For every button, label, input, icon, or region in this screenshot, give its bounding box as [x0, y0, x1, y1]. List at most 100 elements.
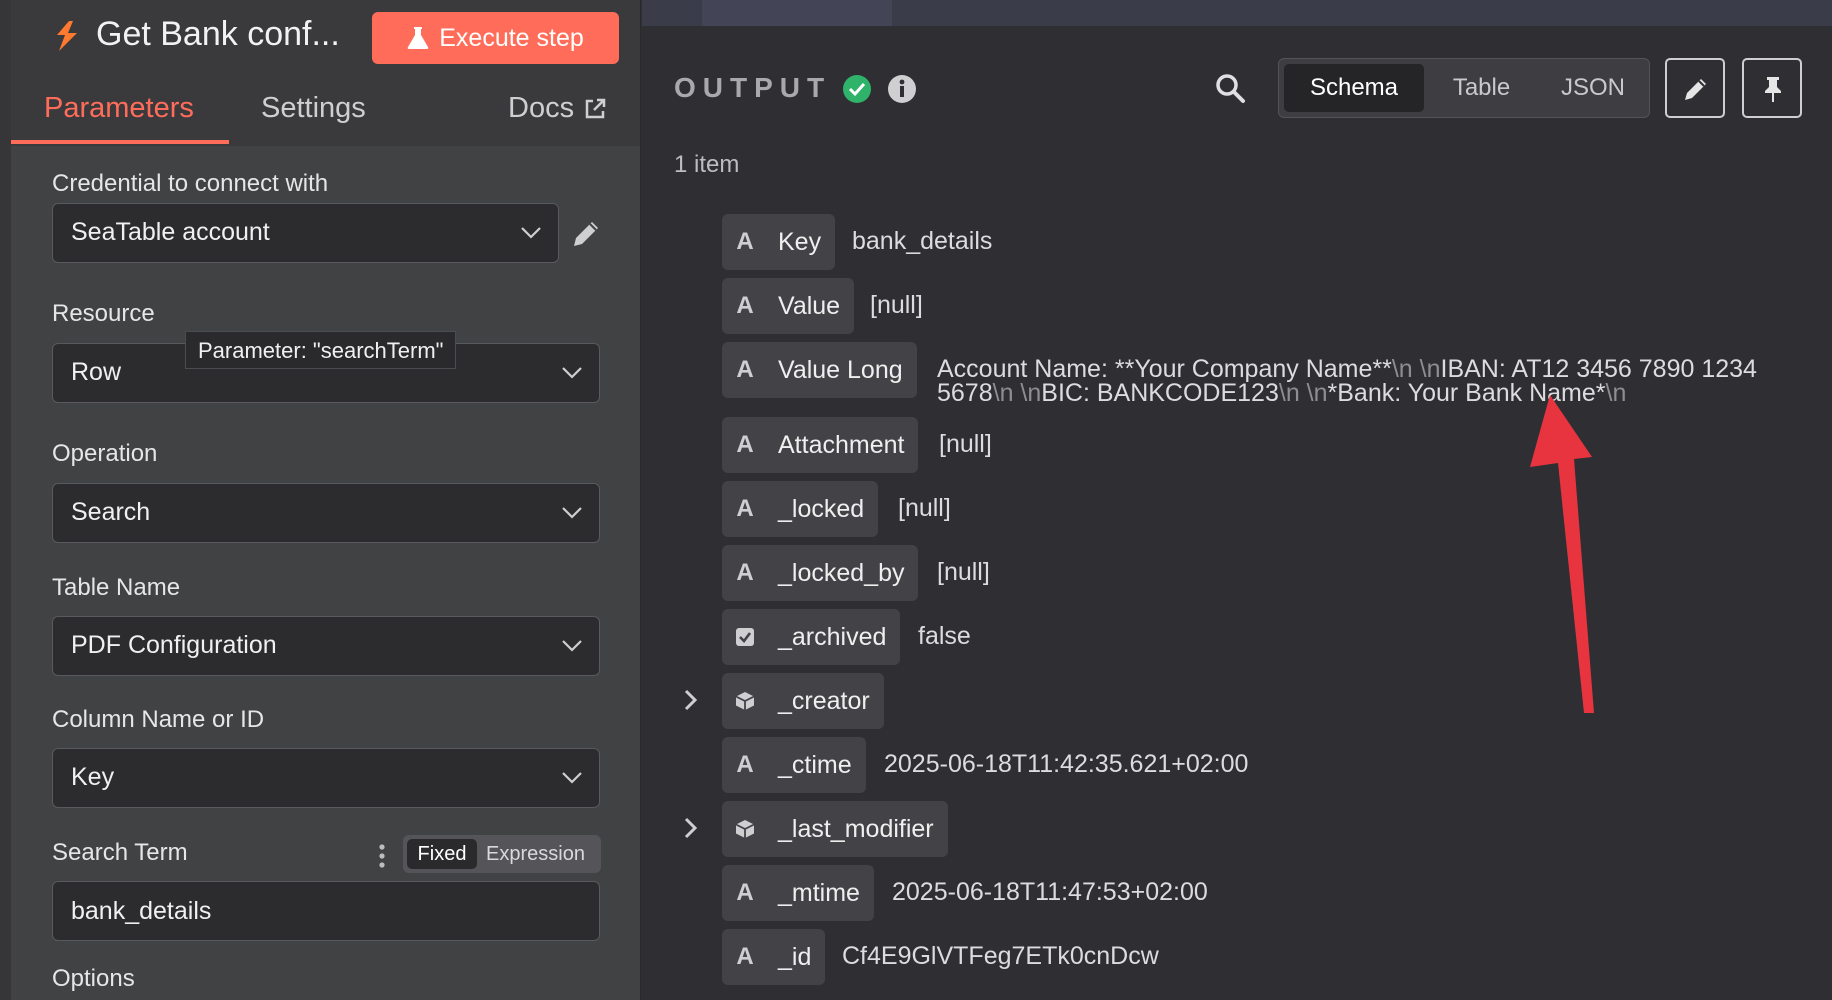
value-long-segment: BIC: BANKCODE123 — [1041, 379, 1279, 407]
resource-label: Resource — [52, 300, 155, 327]
operation-label: Operation — [52, 440, 158, 467]
field-value: 2025-06-18T11:42:35.621+02:00 — [884, 750, 1249, 778]
chevron-down-icon — [562, 772, 582, 784]
column-value: Key — [71, 763, 115, 791]
letter-a-icon: A — [736, 879, 754, 906]
letter-a-icon: A — [736, 495, 754, 522]
newline-marker: \n \n — [992, 379, 1042, 407]
canvas-strip — [642, 0, 1832, 26]
schema-field-pill[interactable]: _last_modifier — [722, 801, 948, 857]
field-key: _locked — [778, 494, 865, 523]
view-json[interactable]: JSON — [1539, 64, 1647, 112]
field-key: Value — [778, 291, 841, 320]
search-icon[interactable] — [1214, 72, 1246, 104]
field-key: _creator — [778, 686, 870, 715]
field-value: [null] — [937, 558, 990, 586]
tab-docs[interactable]: Docs — [508, 92, 606, 125]
chevron-down-icon — [562, 640, 582, 652]
schema-field-pill[interactable]: A Key — [722, 214, 836, 270]
chevron-down-icon — [562, 507, 582, 519]
field-key: _archived — [778, 622, 887, 651]
field-value: [null] — [898, 494, 951, 522]
node-title[interactable]: Get Bank conf... — [96, 15, 340, 54]
field-key: Value Long — [778, 355, 903, 384]
pencil-icon[interactable] — [570, 218, 602, 250]
schema-field-pill[interactable]: _archived — [722, 609, 901, 665]
external-link-icon — [585, 98, 606, 118]
pencil-icon — [1685, 79, 1706, 100]
schema-field-pill[interactable]: A Value — [722, 278, 855, 334]
newline-marker: \n — [1605, 379, 1627, 407]
schema-field-pill[interactable]: A _id — [722, 929, 826, 985]
output-panel: OUTPUT Schema Table JSON 1 item A Key ba… — [642, 0, 1832, 1000]
output-title: OUTPUT — [674, 72, 832, 103]
kebab-menu-icon[interactable] — [378, 843, 386, 869]
field-value: bank_details — [852, 227, 993, 255]
check-circle-icon — [843, 75, 871, 103]
newline-marker: \n \n — [1278, 379, 1328, 407]
view-schema[interactable]: Schema — [1284, 64, 1424, 112]
cube-icon — [735, 692, 755, 710]
cube-icon — [735, 820, 755, 838]
schema-field-pill[interactable]: A Value Long — [722, 342, 917, 398]
field-key: _locked_by — [778, 558, 905, 587]
field-value: [null] — [939, 430, 992, 458]
schema-field-pill[interactable]: A _mtime — [722, 865, 874, 921]
table-name-select[interactable]: PDF Configuration — [52, 616, 600, 676]
operation-value: Search — [71, 498, 151, 526]
column-label: Column Name or ID — [52, 706, 265, 733]
letter-a-icon: A — [736, 431, 754, 458]
field-key: _ctime — [778, 750, 852, 779]
table-name-value: PDF Configuration — [71, 631, 277, 659]
letter-a-icon: A — [736, 559, 754, 586]
chevron-right-icon[interactable] — [682, 687, 700, 713]
operation-select[interactable]: Search — [52, 483, 600, 543]
field-key: _mtime — [778, 878, 860, 907]
item-count: 1 item — [674, 151, 740, 178]
field-value: Cf4E9GlVTFeg7ETk0cnDcw — [842, 942, 1159, 970]
value-long-text: Account Name: **Your Company Name**\n \n… — [937, 357, 1807, 407]
info-icon[interactable] — [887, 74, 917, 104]
fixed-expression-toggle: Fixed Expression — [403, 835, 601, 873]
expression-option[interactable]: Expression — [482, 839, 585, 869]
credential-select[interactable]: SeaTable account — [52, 203, 559, 263]
field-key: Key — [778, 227, 822, 256]
execute-step-button[interactable]: Execute step — [372, 12, 619, 64]
search-term-label: Search Term — [52, 839, 188, 866]
credential-label: Credential to connect with — [52, 170, 329, 197]
value-long-segment: 5678 — [937, 379, 993, 407]
schema-field-pill[interactable]: A _locked — [722, 481, 879, 537]
letter-a-icon: A — [736, 943, 754, 970]
view-table[interactable]: Table — [1424, 64, 1539, 112]
column-select[interactable]: Key — [52, 748, 600, 808]
search-term-input[interactable]: bank_details — [52, 881, 600, 941]
letter-a-icon: A — [736, 228, 754, 255]
value-long-line-1: Account Name: **Your Company Name**\n \n… — [937, 357, 1807, 382]
schema-field-pill[interactable]: A Attachment — [722, 417, 919, 473]
parameter-tooltip: Parameter: "searchTerm" — [185, 331, 457, 369]
table-name-label: Table Name — [52, 574, 181, 601]
pin-icon — [1765, 77, 1781, 102]
chevron-right-icon[interactable] — [682, 815, 700, 841]
node-parameters-panel: Get Bank conf... Execute step Parameters… — [0, 0, 641, 1000]
active-tab-indicator — [11, 140, 229, 144]
chevron-down-icon — [562, 367, 582, 379]
field-value: false — [918, 622, 971, 650]
letter-a-icon: A — [736, 292, 754, 319]
schema-field-pill[interactable]: A _locked_by — [722, 545, 919, 601]
letter-a-icon: A — [736, 356, 754, 383]
checkbox-icon — [736, 628, 754, 646]
field-value: [null] — [870, 291, 923, 319]
node-header: Get Bank conf... Execute step Parameters… — [11, 0, 640, 146]
edit-output-button[interactable] — [1665, 58, 1725, 118]
view-switcher: Schema Table JSON — [1278, 58, 1650, 118]
tab-parameters[interactable]: Parameters — [44, 92, 194, 125]
options-label: Options — [52, 965, 135, 992]
fixed-option[interactable]: Fixed — [407, 839, 477, 869]
tab-settings[interactable]: Settings — [261, 92, 366, 125]
schema-field-pill[interactable]: A _ctime — [722, 737, 866, 793]
schema-field-pill[interactable]: _creator — [722, 673, 884, 729]
field-value: 2025-06-18T11:47:53+02:00 — [892, 878, 1208, 906]
value-long-line-2: 5678\n \nBIC: BANKCODE123\n \n*Bank: You… — [937, 379, 1807, 407]
pin-data-button[interactable] — [1742, 58, 1802, 118]
